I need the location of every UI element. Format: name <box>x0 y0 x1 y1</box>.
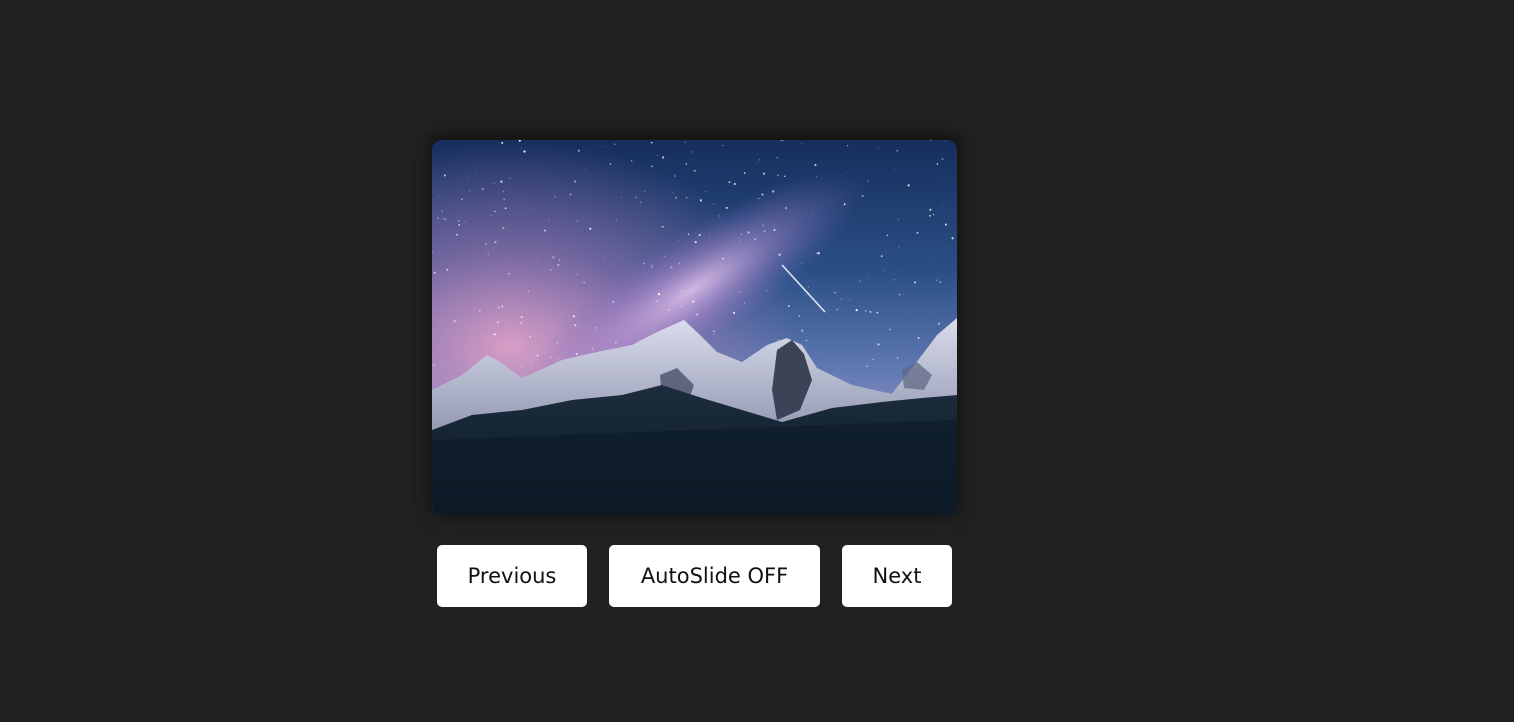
autoslide-toggle-button[interactable]: AutoSlide OFF <box>609 545 820 607</box>
previous-button[interactable]: Previous <box>437 545 587 607</box>
slideshow-controls: Previous AutoSlide OFF Next <box>0 545 1514 607</box>
next-button[interactable]: Next <box>842 545 952 607</box>
slideshow-page: Previous AutoSlide OFF Next <box>0 0 1514 722</box>
slide-image <box>432 140 957 515</box>
